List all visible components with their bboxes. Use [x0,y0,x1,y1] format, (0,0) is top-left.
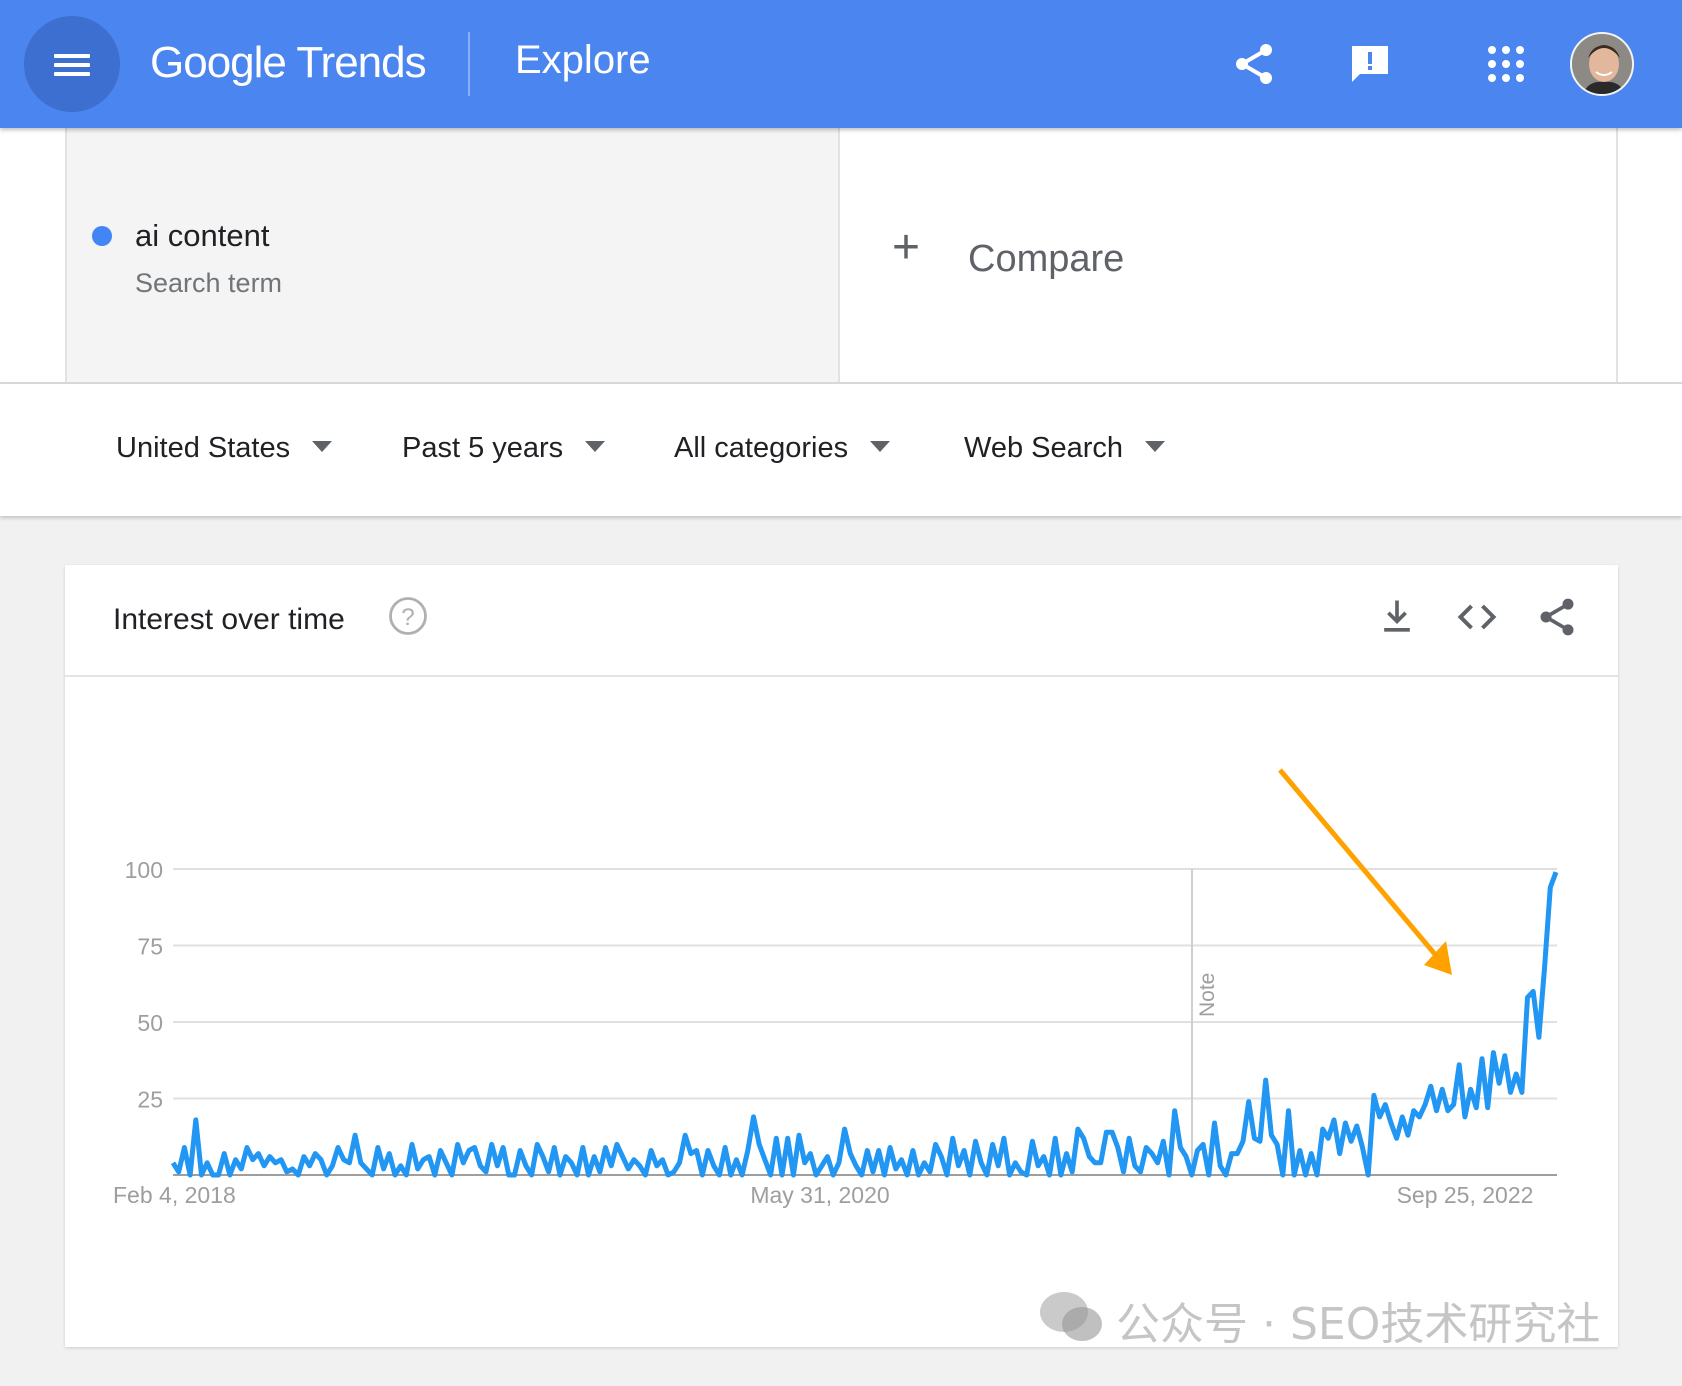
series-line-ai-content [173,872,1556,1175]
filter-location-label: United States [116,432,290,464]
page-title: Explore [515,38,651,83]
filter-location[interactable]: United States [116,432,332,465]
note-label: Note [1196,973,1219,1017]
menu-icon-line [54,72,90,76]
share-icon[interactable] [1230,40,1278,88]
filter-search-type-label: Web Search [964,432,1123,464]
series-color-dot [92,226,112,246]
caret-down-icon [312,441,332,452]
annotation-arrow-shaft [1280,770,1444,965]
filter-time-label: Past 5 years [402,432,563,464]
filter-bar: United States Past 5 years All categorie… [0,384,1682,516]
menu-icon-line [54,63,90,67]
watermark-text: 公众号 · SEO技术研究社 [1116,1288,1600,1352]
caret-down-icon [1145,441,1165,452]
search-term-card[interactable]: ai content Search term [65,128,840,382]
menu-icon [54,54,90,58]
help-icon[interactable]: ? [387,595,429,637]
wechat-icon [1038,1288,1104,1346]
embed-icon[interactable] [1455,595,1499,639]
x-tick-label: May 31, 2020 [750,1182,889,1208]
search-terms-panel: ai content Search term + Compare [0,128,1682,384]
main-menu-button[interactable] [24,16,120,112]
filter-time-range[interactable]: Past 5 years [402,432,605,465]
avatar-image [1572,34,1634,96]
compare-label: Compare [968,238,1124,281]
compare-button[interactable]: + Compare [840,128,1618,382]
filter-category-label: All categories [674,432,848,464]
filter-search-type[interactable]: Web Search [964,432,1165,465]
y-tick-label: 50 [137,1010,163,1036]
filter-category[interactable]: All categories [674,432,890,465]
caret-down-icon [870,441,890,452]
x-tick-label: Sep 25, 2022 [1397,1182,1534,1208]
y-tick-label: 100 [125,857,163,883]
google-trends-logo[interactable]: Google Trends [150,38,426,88]
feedback-icon[interactable] [1346,40,1394,88]
search-term-name: ai content [135,218,269,254]
card-header: Interest over time ? [65,565,1618,677]
share-icon[interactable] [1535,595,1579,639]
svg-text:?: ? [401,604,415,631]
caret-down-icon [585,441,605,452]
top-app-bar: Google Trends Explore [0,0,1682,128]
apps-grid-icon[interactable] [1482,40,1530,88]
interest-line-chart[interactable]: 25 50 75 100 Note Feb 4, 2018 May 31, 2020 Sep … [65,677,1618,1347]
header-divider [468,32,470,96]
download-icon[interactable] [1375,595,1419,639]
y-tick-label: 25 [137,1087,163,1113]
y-tick-label: 75 [137,934,163,960]
card-title: Interest over time [113,603,345,637]
account-avatar[interactable] [1570,32,1634,96]
search-term-type: Search term [135,268,282,299]
x-tick-label: Feb 4, 2018 [113,1182,236,1208]
interest-over-time-card: Interest over time ? 25 50 75 100 Note Feb 4,… [65,565,1618,1347]
plus-icon: + [892,228,920,268]
